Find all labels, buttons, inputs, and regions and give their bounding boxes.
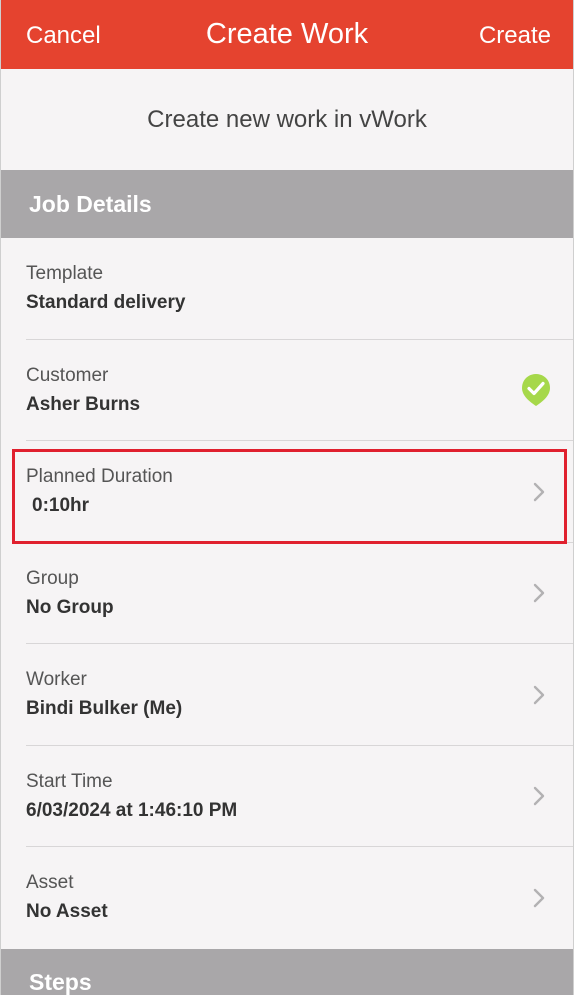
section-header-steps: Steps (1, 948, 573, 995)
start-time-value: 6/03/2024 at 1:46:10 PM (26, 799, 238, 821)
create-work-screen: Cancel Create Work Create Create new wor… (0, 0, 574, 995)
worker-value: Bindi Bulker (Me) (26, 698, 183, 720)
verified-check-icon (522, 374, 550, 407)
group-row[interactable]: Group No Group (1, 543, 573, 645)
planned-duration-label: Planned Duration (26, 466, 173, 488)
customer-value: Asher Burns (26, 393, 141, 415)
worker-row[interactable]: Worker Bindi Bulker (Me) (1, 644, 573, 746)
asset-row[interactable]: Asset No Asset (1, 847, 573, 949)
template-value: Standard delivery (26, 292, 186, 314)
worker-label: Worker (26, 669, 87, 691)
planned-duration-value: 0:10hr (32, 495, 90, 517)
create-button[interactable]: Create (479, 20, 551, 50)
customer-label: Customer (26, 364, 109, 386)
asset-label: Asset (26, 872, 74, 894)
customer-row[interactable]: Customer Asher Burns (1, 340, 573, 442)
template-row[interactable]: Template Standard delivery (1, 238, 573, 340)
navigation-bar: Cancel Create Work Create (1, 0, 573, 69)
chevron-right-icon (527, 581, 551, 605)
start-time-label: Start Time (26, 770, 113, 792)
chevron-right-icon (527, 784, 551, 808)
asset-value: No Asset (26, 901, 108, 923)
template-label: Template (26, 263, 104, 285)
chevron-right-icon (527, 480, 551, 504)
group-value: No Group (26, 596, 114, 618)
chevron-right-icon (527, 886, 551, 910)
group-label: Group (26, 567, 79, 589)
planned-duration-row[interactable]: Planned Duration 0:10hr (1, 441, 573, 543)
start-time-row[interactable]: Start Time 6/03/2024 at 1:46:10 PM (1, 746, 573, 848)
section-header-job-details: Job Details (1, 170, 573, 238)
page-subtitle: Create new work in vWork (147, 105, 427, 133)
chevron-right-icon (527, 683, 551, 707)
cancel-button[interactable]: Cancel (26, 20, 101, 50)
